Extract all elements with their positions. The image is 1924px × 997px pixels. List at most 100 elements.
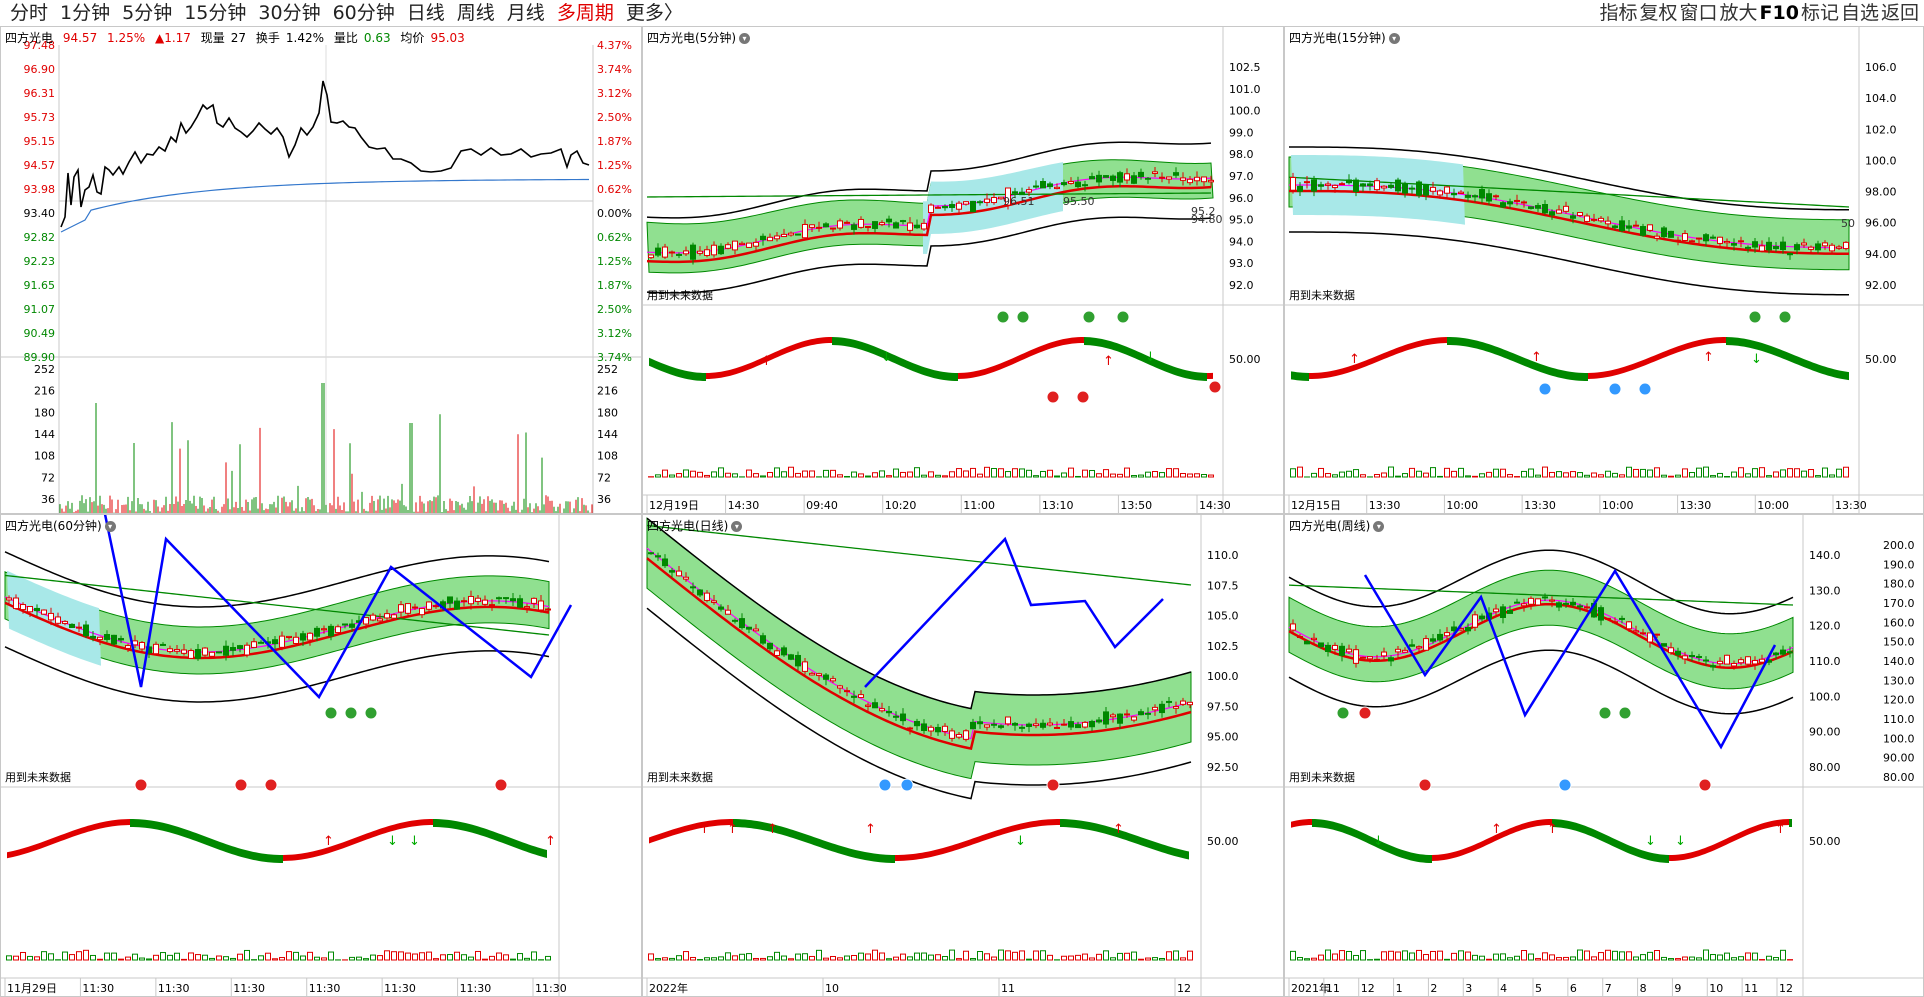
price-axis-label: 110.0 [1207,549,1239,562]
indicator-bar [1605,470,1611,478]
indicator-wave [481,827,484,837]
indicator-wave [1387,844,1390,854]
indicator-wave [1021,822,1024,830]
indicator-wave [883,854,886,863]
down-arrow-icon: ↓ [881,350,892,365]
candle-body [1682,233,1688,241]
candle-body [1542,204,1548,214]
indicator-wave [1114,342,1117,352]
indicator-bar [1563,956,1569,961]
indicator-wave [874,853,877,862]
panel-menu-icon[interactable]: ▾ [1388,33,1400,44]
panel-menu-icon[interactable]: ▾ [731,521,743,532]
indicator-wave [520,841,523,851]
indicator-wave [1606,834,1609,845]
indicator-wave [1402,345,1405,353]
period-tab-6[interactable]: 日线 [401,1,451,25]
intraday-chart[interactable]: 97.48 4.37%96.90 3.74%96.31 3.12%95.73 2.50%… [1,27,642,514]
indicator-wave [706,372,709,379]
x-axis-label: 14:30 [728,499,760,512]
tool-3[interactable]: 放大 [1719,1,1759,25]
indicator-bar [1152,957,1158,961]
indicator-wave [1525,822,1528,830]
candle-body [956,733,962,738]
period-tab-2[interactable]: 5分钟 [116,1,178,25]
price-axis-label: 104.0 [1865,92,1897,105]
candle-body [1717,660,1723,665]
price-tick: 91.07 [24,303,56,316]
indicator-wave [1156,842,1159,852]
indicator-wave [1105,339,1108,349]
panel-title[interactable]: 四方光电(日线) ▾ [647,517,743,534]
right-toolbar: 指标 复权 窗口 放大 F10 标记 自选 返回 [1598,1,1920,25]
panel-menu-icon[interactable]: ▾ [104,521,116,532]
tool-7[interactable]: 返回 [1880,1,1920,25]
kline-chart[interactable]: 用到未来数据106.0104.0102.0100.098.0096.0094.0… [1285,27,1923,513]
x-axis-label: 11:30 [82,982,114,995]
indicator-wave [1750,339,1753,349]
candle-body [949,204,955,208]
kline-chart[interactable]: 用到未来数据140.0130.0120.0110.0100.090.0080.0… [1285,515,1923,996]
period-tab-7[interactable]: 周线 [451,1,501,25]
indicator-wave [1543,364,1546,374]
x-axis-label: 11:30 [460,982,492,995]
period-tab-3[interactable]: 15分钟 [178,1,252,25]
indicator-bar [655,958,661,961]
tool-5[interactable]: 标记 [1800,1,1840,25]
indicator-wave [1405,344,1408,352]
panel-menu-icon[interactable]: ▾ [739,33,750,44]
panel-menu-icon[interactable]: ▾ [1373,521,1385,532]
tool-2[interactable]: 窗口 [1679,1,1719,25]
period-tab-9[interactable]: 多周期 [551,1,620,25]
period-tab-5[interactable]: 60分钟 [327,1,401,25]
ratio-value: 0.63 [363,31,391,45]
indicator-wave [1324,819,1327,829]
kline-chart[interactable]: 用到未来数据11月29日 11:30 11:30 11:30 11:30 11:30 11:… [1,515,641,996]
period-tab-10[interactable]: 更多〉 [620,1,689,25]
period-tab-0[interactable]: 分时 [4,1,54,25]
panel-title[interactable]: 四方光电(5分钟) ▾ [647,29,750,46]
indicator-wave [97,822,100,830]
indicator-wave [700,372,703,381]
tool-0[interactable]: 指标 [1598,1,1638,25]
indicator-bar [370,954,376,961]
candle-body [1787,252,1793,256]
indicator-wave [955,843,958,851]
candle-body [510,598,516,602]
indicator-wave [1681,344,1684,352]
indicator-bar [1591,956,1597,961]
panel-title[interactable]: 四方光电(60分钟) ▾ [5,517,116,534]
panel-title[interactable]: 四方光电(周线) ▾ [1289,517,1385,534]
indicator-wave [1732,337,1735,346]
candle-body [1082,184,1088,187]
period-tab-4[interactable]: 30分钟 [252,1,326,25]
candle-body [1005,716,1011,725]
candle-body [545,608,551,611]
period-tabs: 分时 1分钟 5分钟 15分钟 30分钟 60分钟 日线 周线 月线 多周期 更多〉 [4,1,689,25]
candle-body [1661,643,1667,647]
indicator-wave [256,852,259,861]
tool-6[interactable]: 自选 [1840,1,1880,25]
indicator-bar [844,475,850,478]
period-tab-1[interactable]: 1分钟 [54,1,116,25]
tool-4[interactable]: F10 [1759,1,1800,25]
x-axis-label: 13:30 [1369,499,1401,512]
x-axis-label: 6 [1570,982,1577,995]
outer-axis-label: 90.00 [1883,752,1915,765]
candle-body [711,244,717,256]
pct-tick: 1.25% [597,255,632,268]
indicator-wave [19,848,22,856]
indicator-wave [1201,372,1204,381]
kline-chart[interactable]: 用到未来数据110.0107.5105.0102.5100.097.5095.0… [643,515,1283,996]
indicator-bar [1696,467,1702,478]
tool-1[interactable]: 复权 [1638,1,1678,25]
period-tab-8[interactable]: 月线 [501,1,551,25]
kline-chart[interactable]: 用到未来数据102.5101.0100.099.098.097.096.095.… [643,27,1283,513]
indicator-wave [1684,853,1687,860]
indicator-wave [871,853,874,862]
panel-title[interactable]: 四方光电(15分钟) ▾ [1289,29,1400,46]
candle-body [1096,719,1102,723]
indicator-bar [837,474,843,478]
indicator-wave [1717,337,1720,344]
x-axis-label: 10:00 [1757,499,1789,512]
